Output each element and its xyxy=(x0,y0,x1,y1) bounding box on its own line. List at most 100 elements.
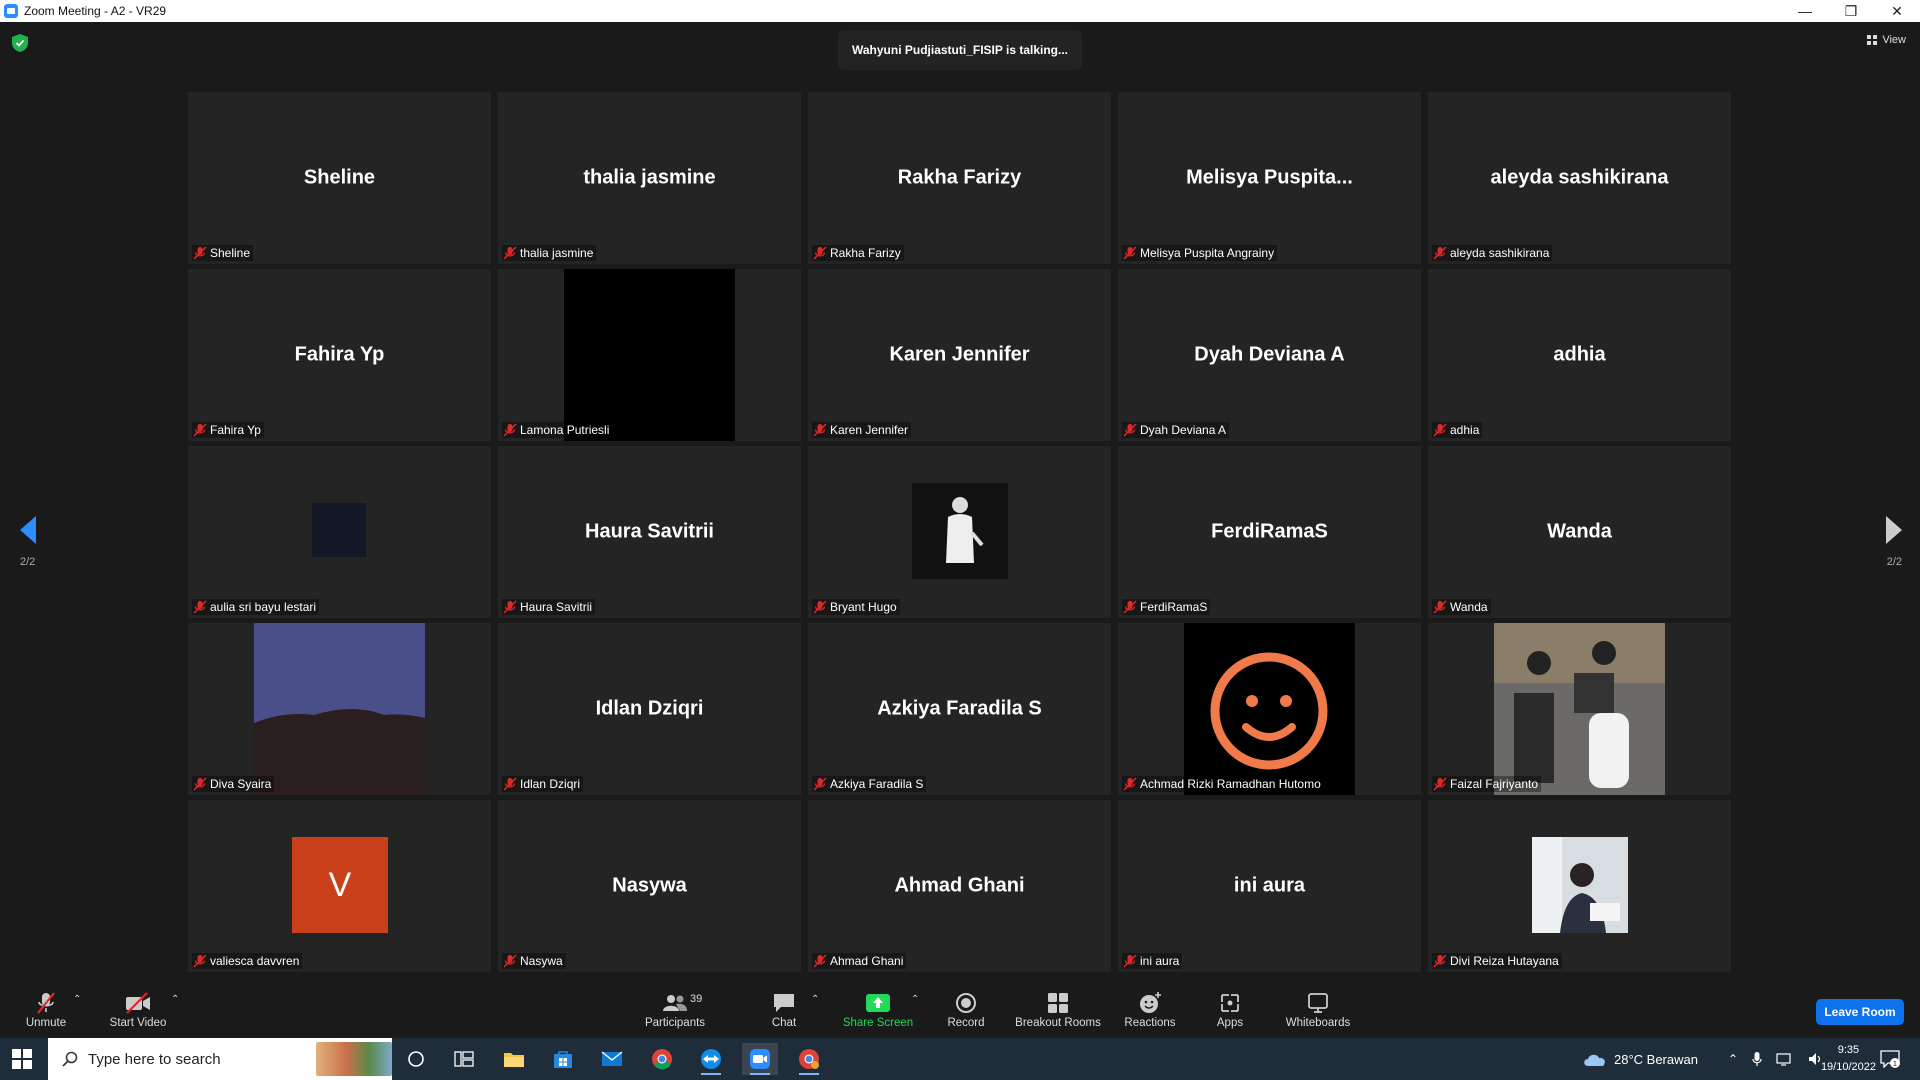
participant-name-label: Dyah Deviana A xyxy=(1122,422,1230,438)
reactions-button[interactable]: Reactions xyxy=(1120,982,1180,1038)
video-off-icon xyxy=(125,991,151,1015)
mail-icon[interactable] xyxy=(594,1043,630,1075)
participant-tile[interactable]: Diva Syaira xyxy=(188,623,491,795)
participants-button[interactable]: Participants xyxy=(638,982,712,1038)
whiteboards-button[interactable]: Whiteboards xyxy=(1282,982,1354,1038)
muted-mic-icon xyxy=(193,777,207,791)
participant-tile[interactable]: Ahmad Ghani Ahmad Ghani xyxy=(808,800,1111,972)
minimize-button[interactable]: — xyxy=(1782,0,1828,22)
participant-tile[interactable]: aulia sri bayu lestari xyxy=(188,446,491,618)
muted-mic-icon xyxy=(813,246,827,260)
participant-name-label: Idlan Dziqri xyxy=(502,776,584,792)
breakout-rooms-icon xyxy=(1045,991,1071,1015)
muted-mic-icon xyxy=(1433,954,1447,968)
network-icon[interactable] xyxy=(1776,1052,1794,1066)
participant-name: valiesca davvren xyxy=(210,954,300,968)
participant-display-name: thalia jasmine xyxy=(583,166,716,189)
unmute-button[interactable]: Unmute xyxy=(18,982,74,1038)
participant-tile[interactable]: Divi Reiza Hutayana xyxy=(1428,800,1731,972)
task-view-icon[interactable] xyxy=(446,1043,482,1075)
participant-tile[interactable]: Achmad Rizki Ramadhan Hutomo xyxy=(1118,623,1421,795)
chat-label: Chat xyxy=(771,1017,797,1029)
next-page-arrow-icon[interactable] xyxy=(1884,514,1904,546)
chat-button[interactable]: Chat xyxy=(760,982,808,1038)
participant-tile[interactable]: Sheline Sheline xyxy=(188,92,491,264)
participant-tile[interactable]: Azkiya Faradila S Azkiya Faradila S xyxy=(808,623,1111,795)
breakout-rooms-button[interactable]: Breakout Rooms xyxy=(1012,982,1104,1038)
participant-name-label: aleyda sashikirana xyxy=(1432,245,1553,261)
windows-start-icon[interactable] xyxy=(12,1049,32,1069)
participant-tile[interactable]: ini aura ini aura xyxy=(1118,800,1421,972)
participant-tile[interactable]: FerdiRamaS FerdiRamaS xyxy=(1118,446,1421,618)
search-icon xyxy=(62,1051,78,1067)
muted-mic-icon xyxy=(813,423,827,437)
leave-room-button[interactable]: Leave Room xyxy=(1816,999,1904,1025)
weather-widget[interactable]: 28°C Berawan xyxy=(1582,1038,1698,1080)
participant-tile[interactable]: Idlan Dziqri Idlan Dziqri xyxy=(498,623,801,795)
participant-tile[interactable]: Lamona Putriesli xyxy=(498,269,801,441)
participant-name-label: Ahmad Ghani xyxy=(812,953,907,969)
start-video-button[interactable]: Start Video xyxy=(104,982,172,1038)
chat-options-caret-icon[interactable]: ⌃ xyxy=(811,994,819,1005)
participant-display-name: Fahira Yp xyxy=(294,343,385,366)
encryption-shield-icon[interactable] xyxy=(12,34,28,52)
close-button[interactable]: ✕ xyxy=(1874,0,1920,22)
avatar-letter: V xyxy=(328,865,352,904)
participant-tile[interactable]: Faizal Fajriyanto xyxy=(1428,623,1731,795)
video-options-caret-icon[interactable]: ⌃ xyxy=(171,994,179,1005)
chat-icon xyxy=(771,991,797,1015)
participant-tile[interactable]: Fahira Yp Fahira Yp xyxy=(188,269,491,441)
participant-tile[interactable]: Melisya Puspita... Melisya Puspita Angrai… xyxy=(1118,92,1421,264)
cortana-icon[interactable] xyxy=(398,1043,434,1075)
participant-display-name: Idlan Dziqri xyxy=(595,697,704,720)
participant-tile[interactable]: Karen Jennifer Karen Jennifer xyxy=(808,269,1111,441)
participant-name-label: Azkiya Faradila S xyxy=(812,776,927,792)
teamviewer-icon[interactable] xyxy=(693,1043,729,1075)
participant-tile[interactable]: Rakha Farizy Rakha Farizy xyxy=(808,92,1111,264)
participant-tile[interactable]: Nasywa Nasywa xyxy=(498,800,801,972)
weather-text: 28°C Berawan xyxy=(1614,1051,1698,1067)
notification-center-icon[interactable]: 1 xyxy=(1880,1038,1900,1080)
participant-tile[interactable]: Wanda Wanda xyxy=(1428,446,1731,618)
windows-taskbar: Type here to search 28°C Berawan ⌃ 9:35 xyxy=(0,1038,1920,1080)
participant-name: Rakha Farizy xyxy=(830,246,901,260)
taskbar-clock[interactable]: 9:35 19/10/2022 xyxy=(1821,1042,1876,1076)
audio-options-caret-icon[interactable]: ⌃ xyxy=(73,994,81,1005)
zoom-taskbar-icon[interactable] xyxy=(742,1043,778,1075)
taskbar-search-box[interactable]: Type here to search xyxy=(48,1038,392,1080)
muted-mic-icon xyxy=(1433,777,1447,791)
chrome-icon[interactable] xyxy=(644,1043,680,1075)
share-screen-icon xyxy=(865,991,891,1015)
view-button[interactable]: View xyxy=(1867,34,1906,46)
show-hidden-icons-chevron-icon[interactable]: ⌃ xyxy=(1728,1052,1738,1066)
share-options-caret-icon[interactable]: ⌃ xyxy=(911,994,919,1005)
previous-page-arrow-icon[interactable] xyxy=(18,514,38,546)
participant-tile[interactable]: Bryant Hugo xyxy=(808,446,1111,618)
participant-tile[interactable]: adhia adhia xyxy=(1428,269,1731,441)
participant-name: aulia sri bayu lestari xyxy=(210,600,317,614)
breakout-rooms-label: Breakout Rooms xyxy=(1015,1017,1101,1029)
restore-button[interactable]: ❐ xyxy=(1828,0,1874,22)
smiley-photo xyxy=(1184,623,1355,795)
apps-button[interactable]: Apps xyxy=(1208,982,1252,1038)
chrome-profile-icon[interactable] xyxy=(791,1043,827,1075)
participant-name-label: Diva Syaira xyxy=(192,776,275,792)
participant-name-label: ini aura xyxy=(1122,953,1183,969)
tray-microphone-icon[interactable] xyxy=(1752,1051,1762,1067)
participant-name-label: Divi Reiza Hutayana xyxy=(1432,953,1562,969)
active-speaker-indicator: Wahyuni Pudjiastuti_FISIP is talking... xyxy=(838,30,1082,70)
participant-photo xyxy=(1532,837,1628,933)
participant-tile[interactable]: Haura Savitrii Haura Savitrii xyxy=(498,446,801,618)
participant-tile[interactable]: Dyah Deviana A Dyah Deviana A xyxy=(1118,269,1421,441)
record-button[interactable]: Record xyxy=(940,982,992,1038)
apps-label: Apps xyxy=(1216,1017,1244,1029)
participant-tile[interactable]: aleyda sashikirana aleyda sashikirana xyxy=(1428,92,1731,264)
share-screen-button[interactable]: Share Screen xyxy=(838,982,918,1038)
participant-tile[interactable]: thalia jasmine thalia jasmine xyxy=(498,92,801,264)
file-explorer-icon[interactable] xyxy=(496,1043,532,1075)
participant-tile[interactable]: Vvaliesca davvren xyxy=(188,800,491,972)
meeting-toolbar: Unmute ⌃ Start Video ⌃ Participants 39 C… xyxy=(0,982,1920,1038)
participant-name-label: Fahira Yp xyxy=(192,422,264,438)
microsoft-store-icon[interactable] xyxy=(545,1043,581,1075)
muted-mic-icon xyxy=(503,246,517,260)
